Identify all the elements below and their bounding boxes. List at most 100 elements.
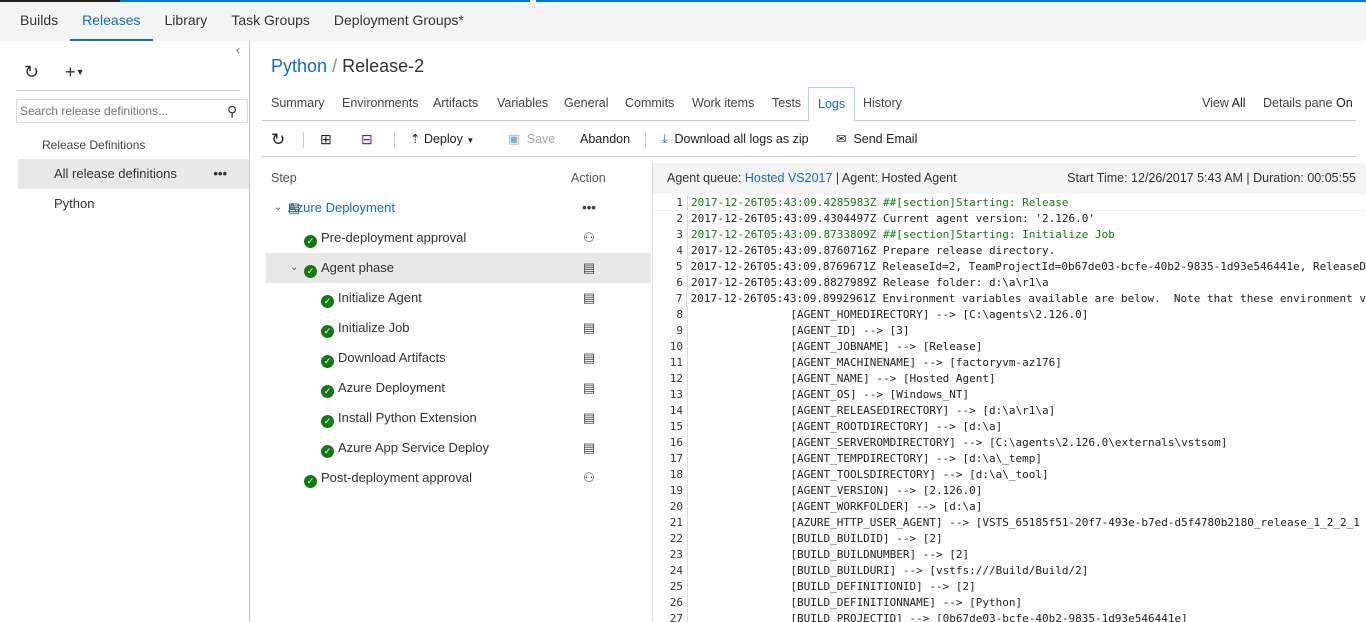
- line-number: 2: [676, 212, 683, 225]
- person-icon[interactable]: ⚇: [582, 463, 596, 493]
- success-check-icon: ✓: [304, 475, 317, 488]
- log-icon[interactable]: ▤: [582, 403, 596, 433]
- line-text: [AGENT_WORKFOLDER] --> [d:\a]: [687, 499, 982, 515]
- line-text: [AGENT_TEMPDIRECTORY] --> [d:\a\_temp]: [687, 451, 1042, 467]
- nav-tab-task-groups[interactable]: Task Groups: [219, 2, 322, 41]
- step-label: Install Python Extension: [338, 410, 477, 425]
- line-text: [BUILD_PROJECTID] --> [0b67de03-bcfe-40b…: [687, 611, 1188, 622]
- tab-tests[interactable]: Tests: [763, 87, 810, 120]
- add-new-icon[interactable]: +▼: [65, 62, 84, 83]
- line-text: 2017-12-26T05:43:09.8992961Z Environment…: [686, 291, 1366, 307]
- agent-label: | Agent: Hosted Agent: [835, 171, 957, 185]
- log-line: 9 [AGENT_ID] --> [3]: [653, 323, 1366, 339]
- tab-logs[interactable]: Logs: [808, 87, 856, 121]
- tab-environments[interactable]: Environments: [333, 87, 427, 120]
- step-row[interactable]: ⌄ ✓ Agent phase ▤: [266, 253, 651, 283]
- nav-tab-releases[interactable]: Releases: [70, 2, 153, 41]
- line-text: [BUILD_BUILDURI] --> [vstfs:///Build/Bui…: [687, 563, 1088, 579]
- save-icon: ▣: [508, 132, 520, 146]
- queue-link[interactable]: Hosted VS2017: [745, 171, 833, 185]
- search-icon[interactable]: ⚲: [227, 103, 247, 120]
- chevron-down-icon[interactable]: ⌄: [290, 253, 298, 283]
- search-input[interactable]: [17, 104, 227, 118]
- log-icon[interactable]: ▤: [582, 343, 596, 373]
- tab-artifacts[interactable]: Artifacts: [424, 87, 487, 120]
- definition-item-python[interactable]: Python: [18, 189, 249, 219]
- log-line: 3 2017-12-26T05:43:09.8733809Z ##[section…: [653, 227, 1366, 243]
- refresh-icon[interactable]: ↻: [271, 122, 285, 157]
- more-icon[interactable]: •••: [582, 193, 596, 223]
- details-label: Details pane: [1263, 96, 1333, 110]
- line-number: 24: [669, 564, 683, 577]
- step-row[interactable]: ✓ Initialize Agent ▤: [266, 283, 651, 313]
- chevron-down-icon: ▼: [466, 136, 475, 145]
- nav-tab-library[interactable]: Library: [153, 2, 220, 41]
- details-pane-toggle[interactable]: Details pane On: [1263, 87, 1353, 120]
- breadcrumb-separator: /: [332, 56, 338, 76]
- step-row[interactable]: ✓ Download Artifacts ▤: [266, 343, 651, 373]
- abandon-button[interactable]: Abandon: [580, 122, 630, 157]
- send-email-button[interactable]: ✉ Send Email: [836, 122, 917, 157]
- step-row[interactable]: ⌄ ▤ Azure Deployment •••: [266, 193, 651, 223]
- log-header: Agent queue: Hosted VS2017 | Agent: Host…: [653, 163, 1366, 194]
- line-text: [AGENT_RELEASEDIRECTORY] --> [d:\a\r1\a]: [687, 403, 1055, 419]
- line-number: 18: [669, 468, 683, 481]
- tab-variables[interactable]: Variables: [488, 87, 557, 120]
- log-icon[interactable]: ▤: [582, 253, 596, 283]
- line-number: 17: [669, 452, 683, 465]
- line-text: [AGENT_HOMEDIRECTORY] --> [C:\agents\2.1…: [687, 307, 1088, 323]
- line-number: 19: [669, 484, 683, 497]
- log-icon[interactable]: ▤: [582, 313, 596, 343]
- log-pane: Agent queue: Hosted VS2017 | Agent: Host…: [652, 163, 1366, 622]
- logs-toolbar: ↻ ⊞ ⊟ ⇡ Deploy ▼ ▣ Save Abandon ⤓ Downlo…: [262, 122, 1356, 157]
- line-number: 13: [669, 388, 683, 401]
- tab-summary[interactable]: Summary: [262, 87, 333, 120]
- breadcrumb-parent[interactable]: Python: [271, 56, 327, 76]
- nav-tab-builds[interactable]: Builds: [8, 2, 70, 41]
- line-number: 15: [669, 420, 683, 433]
- line-text: 2017-12-26T05:43:09.4304497Z Current age…: [687, 211, 1095, 227]
- line-number: 22: [669, 532, 683, 545]
- step-row[interactable]: ✓ Azure App Service Deploy ▤: [266, 433, 651, 463]
- section-header: Release Definitions: [42, 138, 146, 152]
- more-icon[interactable]: •••: [213, 159, 227, 189]
- log-icon[interactable]: ▤: [582, 433, 596, 463]
- step-row[interactable]: ✓ Initialize Job ▤: [266, 313, 651, 343]
- steps-tree: Step Action ⌄ ▤ Azure Deployment ••• ✓ Pre-dep…: [266, 163, 651, 493]
- line-number: 10: [669, 340, 683, 353]
- step-label: Azure Deployment: [288, 200, 395, 215]
- tab-commits[interactable]: Commits: [616, 87, 683, 120]
- line-text: [AGENT_MACHINENAME] --> [factoryvm-az176…: [687, 355, 1062, 371]
- step-row[interactable]: ✓ Azure Deployment ▤: [266, 373, 651, 403]
- tab-general[interactable]: General: [555, 87, 617, 120]
- step-label: Pre-deployment approval: [321, 230, 467, 245]
- definition-item-all[interactable]: All release definitions •••: [18, 159, 249, 189]
- step-row[interactable]: ✓ Pre-deployment approval ⚇: [266, 223, 651, 253]
- refresh-icon[interactable]: ↻: [24, 62, 39, 83]
- search-box: ⚲: [16, 99, 248, 123]
- log-icon[interactable]: ▤: [582, 373, 596, 403]
- step-row[interactable]: ✓ Install Python Extension ▤: [266, 403, 651, 433]
- person-icon[interactable]: ⚇: [582, 223, 596, 253]
- log-line: 24 [BUILD_BUILDURI] --> [vstfs:///Build/…: [653, 563, 1366, 579]
- nav-tab-deployment-groups[interactable]: Deployment Groups*: [322, 2, 476, 41]
- line-number: 27: [669, 612, 683, 622]
- collapse-all-icon[interactable]: ⊟: [361, 122, 373, 157]
- log-icon[interactable]: ▤: [582, 283, 596, 313]
- tab-history[interactable]: History: [854, 87, 911, 120]
- deploy-button[interactable]: ⇡ Deploy ▼: [410, 122, 474, 158]
- download-logs-button[interactable]: ⤓ Download all logs as zip: [662, 122, 809, 157]
- view-filter[interactable]: View All: [1202, 87, 1246, 120]
- log-line: 16 [AGENT_SERVEROMDIRECTORY] --> [C:\age…: [653, 435, 1366, 451]
- steps-header: Step Action: [266, 163, 651, 193]
- expand-all-icon[interactable]: ⊞: [320, 122, 332, 157]
- tab-work-items[interactable]: Work items: [683, 87, 763, 120]
- success-check-icon: ✓: [321, 385, 334, 398]
- line-text: [AGENT_TOOLSDIRECTORY] --> [d:\a\_tool]: [687, 467, 1049, 483]
- log-line: 22 [BUILD_BUILDID] --> [2]: [653, 531, 1366, 547]
- save-button[interactable]: ▣ Save: [508, 122, 555, 157]
- log-line: 11 [AGENT_MACHINENAME] --> [factoryvm-az…: [653, 355, 1366, 371]
- step-row[interactable]: ✓ Post-deployment approval ⚇: [266, 463, 651, 493]
- chevron-down-icon[interactable]: ⌄: [274, 193, 282, 223]
- success-check-icon: ✓: [321, 445, 334, 458]
